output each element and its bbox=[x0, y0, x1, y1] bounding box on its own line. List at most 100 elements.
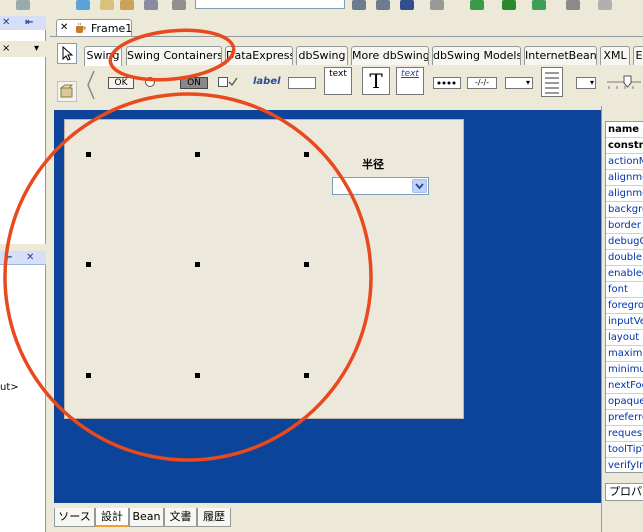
property-row[interactable]: debugG bbox=[606, 234, 643, 250]
property-row[interactable]: foregro bbox=[606, 298, 643, 314]
property-row[interactable]: name bbox=[606, 122, 643, 138]
close-icon[interactable]: ✕ bbox=[26, 252, 34, 264]
chevron-down-icon: ▾ bbox=[589, 78, 594, 87]
property-row[interactable]: doubleE bbox=[606, 250, 643, 266]
build-icon[interactable] bbox=[470, 0, 484, 10]
selection-tool-button[interactable] bbox=[57, 43, 77, 64]
frame-content-panel[interactable] bbox=[64, 119, 464, 419]
pin-icon[interactable]: ⇤ bbox=[4, 252, 12, 264]
palette-tab-more[interactable]: E bbox=[633, 46, 643, 65]
jslider-component[interactable] bbox=[605, 74, 643, 90]
back-home-icon[interactable] bbox=[352, 0, 366, 10]
close-icon[interactable]: × bbox=[2, 43, 10, 55]
bean-chooser-button[interactable] bbox=[57, 81, 77, 102]
close-icon[interactable]: ✕ bbox=[2, 17, 10, 29]
checkbox-check-icon bbox=[228, 77, 238, 87]
selection-handle[interactable] bbox=[195, 262, 200, 267]
clock-icon[interactable] bbox=[566, 0, 580, 10]
palette-tab-xml[interactable]: XML bbox=[600, 46, 630, 65]
selection-handle[interactable] bbox=[195, 373, 200, 378]
selection-handle[interactable] bbox=[195, 152, 200, 157]
property-row[interactable]: minimur bbox=[606, 362, 643, 378]
structure-item[interactable]: ut> bbox=[0, 382, 19, 393]
property-row[interactable]: toolTipT bbox=[606, 442, 643, 458]
jtextarea-component[interactable]: text bbox=[324, 67, 352, 95]
property-row[interactable]: inputVe bbox=[606, 314, 643, 330]
selection-handle[interactable] bbox=[86, 152, 91, 157]
pin-icon[interactable]: ⇤ bbox=[25, 17, 33, 29]
selection-handle[interactable] bbox=[304, 262, 309, 267]
paste-icon[interactable] bbox=[120, 0, 134, 10]
jtextpane-component[interactable]: T bbox=[362, 67, 390, 95]
jlist-component[interactable] bbox=[541, 67, 563, 97]
bottom-tab-source[interactable]: ソース bbox=[54, 508, 95, 527]
property-row[interactable]: layout bbox=[606, 330, 643, 346]
jformattedtextfield-component[interactable]: -/-/- bbox=[467, 77, 497, 89]
jtogglebutton-component[interactable]: ON bbox=[180, 77, 208, 89]
jcombobox-component[interactable]: ▾ bbox=[505, 77, 533, 89]
selection-handle[interactable] bbox=[86, 373, 91, 378]
home-icon[interactable] bbox=[172, 0, 186, 10]
property-row[interactable]: enabled bbox=[606, 266, 643, 282]
property-row[interactable]: backgro bbox=[606, 202, 643, 218]
close-icon[interactable]: ✕ bbox=[60, 22, 68, 33]
selection-handle[interactable] bbox=[304, 152, 309, 157]
radius-label[interactable]: 半径 bbox=[362, 156, 384, 172]
inspector-tab-properties[interactable]: プロパ bbox=[605, 483, 643, 501]
radius-combobox[interactable] bbox=[332, 177, 429, 195]
jeditorpane-component[interactable]: text bbox=[396, 67, 424, 95]
chevron-down-icon: ▾ bbox=[525, 78, 530, 87]
palette-tab-dataexpress[interactable]: DataExpress bbox=[225, 46, 293, 65]
palette-tab-more-dbswing[interactable]: More dbSwing bbox=[351, 46, 429, 65]
selection-handle[interactable] bbox=[304, 373, 309, 378]
top-search-combo[interactable] bbox=[195, 0, 345, 9]
property-row[interactable]: font bbox=[606, 282, 643, 298]
property-row[interactable]: preferre bbox=[606, 410, 643, 426]
property-row[interactable]: alignme bbox=[606, 186, 643, 202]
selection-handle[interactable] bbox=[86, 262, 91, 267]
forward-home-icon[interactable] bbox=[376, 0, 390, 10]
property-row[interactable]: actionM bbox=[606, 154, 643, 170]
jtextfield-component[interactable] bbox=[288, 77, 316, 89]
tool-icon[interactable] bbox=[598, 0, 612, 10]
debug-icon[interactable] bbox=[532, 0, 546, 10]
structure-pane: ⇤ ✕ ut> bbox=[0, 251, 46, 532]
save-icon[interactable] bbox=[76, 0, 90, 10]
jbutton-component[interactable]: OK bbox=[108, 77, 134, 89]
chevron-down-icon[interactable]: ▾ bbox=[34, 43, 39, 55]
jpasswordfield-component[interactable] bbox=[433, 77, 461, 89]
combo-arrow-button[interactable] bbox=[412, 179, 427, 193]
property-row[interactable]: request bbox=[606, 426, 643, 442]
palette-tab-dbswing-models[interactable]: dbSwing Models bbox=[432, 46, 521, 65]
run-icon[interactable] bbox=[502, 0, 516, 10]
palette-tab-internetbeans[interactable]: InternetBeans bbox=[524, 46, 597, 65]
property-row[interactable]: alignme bbox=[606, 170, 643, 186]
bottom-tab-bean[interactable]: Bean bbox=[129, 508, 164, 527]
checkbox-component-icon[interactable] bbox=[218, 77, 228, 87]
copy-icon[interactable] bbox=[100, 0, 114, 10]
project-pane: × ▾ bbox=[0, 16, 46, 244]
property-row[interactable]: verifyIn bbox=[606, 458, 643, 472]
binary-icon[interactable] bbox=[430, 0, 444, 10]
bookmark-home-icon[interactable] bbox=[400, 0, 414, 10]
jspinner-component[interactable]: ▾ bbox=[576, 77, 596, 89]
bottom-tab-design[interactable]: 設計 bbox=[95, 508, 129, 527]
property-row[interactable]: opaque bbox=[606, 394, 643, 410]
palette-tab-dbswing[interactable]: dbSwing bbox=[296, 46, 348, 65]
globe-icon[interactable] bbox=[16, 0, 30, 10]
palette-components: OK ON label text T text -/-/- ▾ ▾ bbox=[97, 66, 643, 104]
jlabel-component[interactable]: label bbox=[253, 76, 281, 87]
property-row[interactable]: maximu bbox=[606, 346, 643, 362]
file-tab-frame1[interactable]: ✕ Frame1 bbox=[56, 19, 132, 37]
bottom-tab-doc[interactable]: 文書 bbox=[164, 508, 197, 527]
property-row[interactable]: border bbox=[606, 218, 643, 234]
project-pane-header: × ▾ bbox=[0, 41, 46, 57]
palette-scroll-left-icon[interactable] bbox=[86, 69, 96, 101]
palette-tab-swing-containers[interactable]: Swing Containers bbox=[126, 46, 222, 65]
bottom-tab-history[interactable]: 履歴 bbox=[197, 508, 231, 527]
cut-icon[interactable] bbox=[144, 0, 158, 10]
property-row[interactable]: nextFoc bbox=[606, 378, 643, 394]
palette-tab-swing[interactable]: Swing bbox=[84, 46, 122, 66]
property-row[interactable]: constr bbox=[606, 138, 643, 154]
radio-component-icon[interactable] bbox=[145, 77, 155, 87]
